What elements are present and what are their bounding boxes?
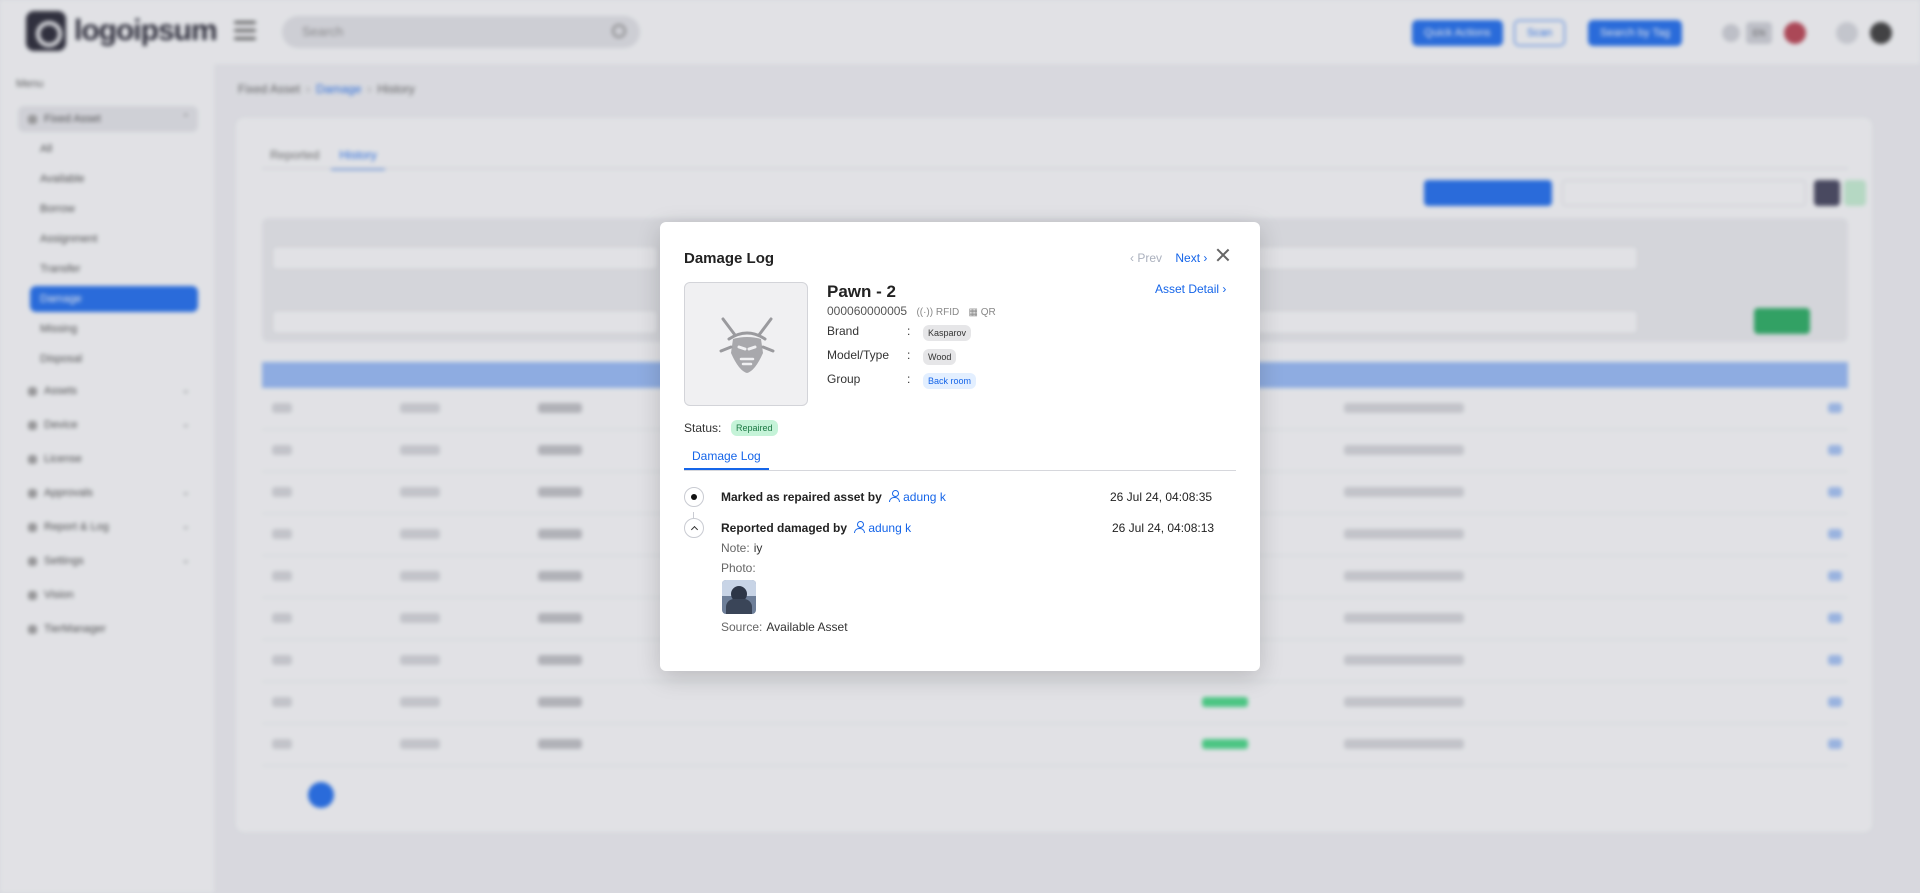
asset-code: 000060000005 xyxy=(827,304,908,318)
source-value: Available Asset xyxy=(766,620,848,634)
rfid-tag: ((·)) RFID xyxy=(916,307,960,318)
note-line: Note: iy xyxy=(721,541,762,555)
prev-button[interactable]: ‹ Prev xyxy=(1130,251,1162,265)
user-icon xyxy=(854,521,866,533)
tab-damage-log[interactable]: Damage Log xyxy=(684,444,769,470)
event-user-link[interactable]: adung k xyxy=(889,490,946,504)
event-text: Marked as repaired asset by xyxy=(721,490,882,504)
asset-code-row: 000060000005 ((·)) RFID ▦ QR xyxy=(827,304,996,318)
status-label: Status: xyxy=(684,421,722,435)
event-time: 26 Jul 24, 04:08:35 xyxy=(1110,490,1213,504)
user-icon xyxy=(889,490,901,502)
timeline-dot-icon xyxy=(684,487,704,507)
note-label: Note: xyxy=(721,541,750,555)
group-value: Back room xyxy=(923,373,977,389)
modal-title: Damage Log xyxy=(684,250,775,267)
photo-label: Photo: xyxy=(721,561,756,575)
group-label: Group xyxy=(827,372,861,386)
damage-log-modal: Damage Log ‹ Prev Next › Pawn - 2 000060… xyxy=(660,222,1260,671)
event-text: Reported damaged by xyxy=(721,521,848,535)
group-row: Group: xyxy=(827,372,911,386)
samurai-helmet-icon xyxy=(719,317,775,373)
damage-photo[interactable] xyxy=(722,580,756,614)
brand-label: Brand xyxy=(827,324,860,338)
source-line: Source: Available Asset xyxy=(721,620,848,634)
photo-line: Photo: xyxy=(721,561,760,575)
brand-value: Kasparov xyxy=(923,325,972,341)
modal-navigation: ‹ Prev Next › xyxy=(1130,251,1207,265)
collapse-chevron-icon[interactable] xyxy=(684,518,704,538)
asset-thumbnail xyxy=(684,282,808,406)
status-badge: Repaired xyxy=(731,420,778,436)
event-time: 26 Jul 24, 04:08:13 xyxy=(1112,521,1215,535)
model-value: Wood xyxy=(923,349,957,365)
event-reported: Reported damaged by adung k xyxy=(721,521,911,535)
close-icon[interactable] xyxy=(1214,246,1232,264)
model-label: Model/Type xyxy=(827,348,890,362)
note-value: iy xyxy=(753,541,763,555)
event-user-link[interactable]: adung k xyxy=(854,521,911,535)
asset-detail-link[interactable]: Asset Detail › xyxy=(1155,282,1226,296)
brand-row: Brand: xyxy=(827,324,911,338)
source-label: Source: xyxy=(721,620,763,634)
qr-tag: ▦ QR xyxy=(968,307,996,318)
next-button[interactable]: Next › xyxy=(1175,251,1207,265)
tab-divider xyxy=(684,470,1236,471)
asset-name: Pawn - 2 xyxy=(827,282,896,301)
event-repaired: Marked as repaired asset by adung k xyxy=(721,490,946,504)
model-row: Model/Type: xyxy=(827,348,911,362)
